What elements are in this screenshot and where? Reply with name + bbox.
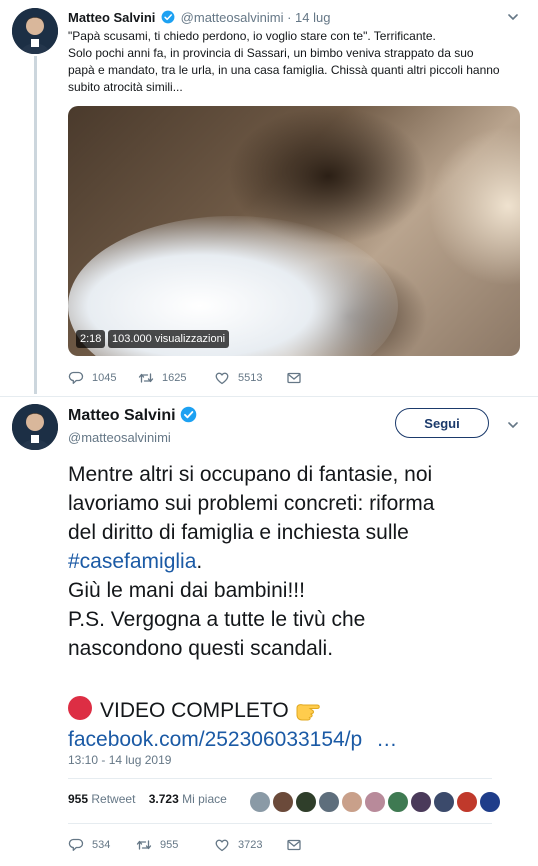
like-stat-label: Mi piace xyxy=(182,792,227,806)
liker-avatar[interactable] xyxy=(295,791,317,813)
like-count: 3723 xyxy=(238,839,263,851)
retweet-button[interactable]: 1625 xyxy=(138,369,186,387)
divider xyxy=(68,823,492,824)
liker-avatar[interactable] xyxy=(341,791,363,813)
tweet-stats: 955 Retweet 3.723 Mi piace xyxy=(68,792,227,806)
punctuation: . xyxy=(196,550,203,573)
tweet-text-line: nascondono questi scandali. xyxy=(68,637,334,660)
separator: · xyxy=(287,10,292,25)
verified-badge-icon xyxy=(180,406,197,423)
reply-count: 1045 xyxy=(92,372,117,384)
author-name-text: Matteo Salvini xyxy=(68,407,176,424)
envelope-icon xyxy=(287,839,301,851)
liker-avatar[interactable] xyxy=(456,791,478,813)
reply-button[interactable]: 534 xyxy=(68,836,110,854)
envelope-icon xyxy=(287,372,301,384)
retweet-icon xyxy=(138,373,154,383)
chevron-down-icon[interactable] xyxy=(506,418,520,432)
retweet-count: 1625 xyxy=(162,372,187,384)
video-player[interactable]: 2:18 103.000 visualizzazioni xyxy=(68,106,520,356)
tweet-text-line: VIDEO COMPLETO xyxy=(68,696,530,725)
retweet-icon xyxy=(136,840,152,850)
tweet-text-line: P.S. Vergogna a tutte le tivù che xyxy=(68,608,366,631)
like-stat[interactable]: 3.723 Mi piace xyxy=(149,792,227,806)
verified-badge-icon xyxy=(161,10,175,24)
tweet-text-line: facebook.com/252306033154/p … xyxy=(68,725,530,754)
like-button[interactable]: 3723 xyxy=(214,836,262,854)
thread-line xyxy=(34,56,37,394)
avatar[interactable] xyxy=(12,404,58,450)
author-handle[interactable]: @matteosalvinimi xyxy=(181,10,284,25)
heart-icon xyxy=(215,372,229,385)
tweet-text: Mentre altri si occupano di fantasie, no… xyxy=(68,460,530,754)
tweet-text-line: subito atrocità simili... xyxy=(68,80,183,94)
like-stat-count: 3.723 xyxy=(148,792,179,806)
liker-avatar[interactable] xyxy=(364,791,386,813)
liker-avatar[interactable] xyxy=(410,791,432,813)
retweet-button[interactable]: 955 xyxy=(136,836,178,854)
pointing-right-emoji xyxy=(295,699,327,721)
tweet-timestamp[interactable]: 13:10 - 14 lug 2019 xyxy=(68,753,171,767)
liker-avatar[interactable] xyxy=(272,791,294,813)
message-button[interactable] xyxy=(286,369,310,387)
video-label: VIDEO COMPLETO xyxy=(100,699,289,722)
red-circle-emoji xyxy=(68,696,92,720)
author-name[interactable]: Matteo Salvini xyxy=(68,406,199,425)
liker-avatar[interactable] xyxy=(433,791,455,813)
tweet-text-line: del diritto di famiglia e inchiesta sull… xyxy=(68,521,409,544)
liker-avatar[interactable] xyxy=(387,791,409,813)
retweet-stat-count: 955 xyxy=(68,792,89,806)
reply-button[interactable]: 1045 xyxy=(68,369,116,387)
tweet-text-line: papà e mandato, tra le urla, in una casa… xyxy=(68,63,500,77)
divider xyxy=(68,778,492,779)
quoted-tweet[interactable]: Matteo Salvini @matteosalvinimi · 14 lug… xyxy=(0,0,538,396)
tweet-text-line: Solo pochi anni fa, in provincia di Sass… xyxy=(68,46,474,60)
hashtag-link[interactable]: #casefamiglia xyxy=(68,550,196,573)
message-button[interactable] xyxy=(286,836,310,854)
tweet-text-line: Mentre altri si occupano di fantasie, no… xyxy=(68,463,433,486)
tweet-text-line: "Papà scusami, ti chiedo perdono, io vog… xyxy=(68,29,436,43)
tweet-text-line: #casefamiglia. xyxy=(68,547,530,576)
retweet-stat[interactable]: 955 Retweet xyxy=(68,792,135,806)
avatar[interactable] xyxy=(12,8,58,54)
video-views: 103.000 visualizzazioni xyxy=(108,330,230,348)
liker-avatar[interactable] xyxy=(479,791,501,813)
heart-icon xyxy=(215,839,229,852)
like-count: 5513 xyxy=(238,372,263,384)
tweet-date[interactable]: 14 lug xyxy=(295,10,330,25)
liker-avatar[interactable] xyxy=(318,791,340,813)
video-duration: 2:18 xyxy=(76,330,106,348)
external-link[interactable]: facebook.com/252306033154/p xyxy=(68,728,362,751)
retweet-stat-label: Retweet xyxy=(91,792,136,806)
video-frame-highlight xyxy=(428,126,520,286)
author-handle[interactable]: @matteosalvinimi xyxy=(68,430,171,445)
tweet-text: "Papà scusami, ti chiedo perdono, io vog… xyxy=(68,28,523,96)
reply-count: 534 xyxy=(92,839,111,851)
liker-avatar[interactable] xyxy=(249,791,271,813)
retweet-count: 955 xyxy=(160,839,179,851)
reply-icon xyxy=(68,838,84,851)
link-ellipsis: … xyxy=(376,728,398,751)
like-button[interactable]: 5513 xyxy=(214,369,262,387)
reply-icon xyxy=(68,371,84,384)
author-name[interactable]: Matteo Salvini xyxy=(68,10,155,25)
divider xyxy=(0,396,538,397)
tweet-text-line: lavoriamo sui problemi concreti: riforma xyxy=(68,492,435,515)
follow-button[interactable]: Segui xyxy=(395,408,489,438)
tweet-header: Matteo Salvini @matteosalvinimi · 14 lug xyxy=(68,10,330,25)
chevron-down-icon[interactable] xyxy=(506,10,520,24)
tweet-text-line: Giù le mani dai bambini!!! xyxy=(68,579,305,602)
